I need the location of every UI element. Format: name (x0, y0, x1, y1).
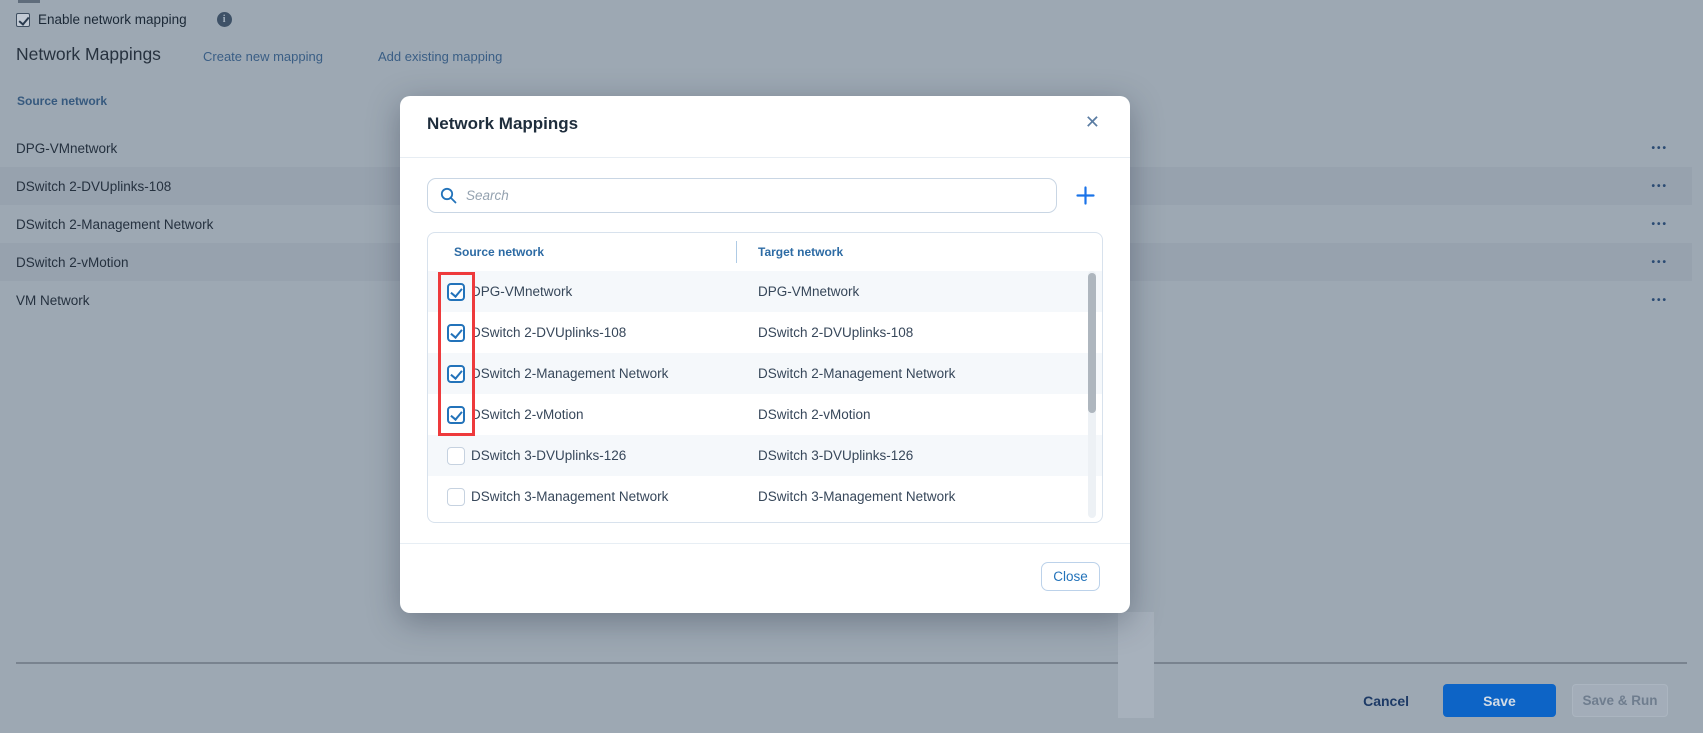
create-new-mapping-link[interactable]: Create new mapping (203, 49, 403, 64)
search-box[interactable] (427, 178, 1057, 213)
footer-divider (16, 662, 1687, 664)
row-checkbox[interactable] (447, 447, 465, 465)
page-title: Network Mappings (16, 44, 161, 65)
target-network-header: Target network (758, 245, 843, 259)
mapping-row: DSwitch 3-Management Network DSwitch 3-M… (428, 476, 1102, 517)
network-name: DSwitch 2-DVUplinks-108 (16, 179, 171, 194)
cancel-button[interactable]: Cancel (1345, 686, 1427, 716)
target-network-cell: DSwitch 2-DVUplinks-108 (758, 325, 913, 340)
plus-icon (1076, 186, 1095, 205)
mapping-row: DSwitch 2-vMotion DSwitch 2-vMotion (428, 394, 1102, 435)
enable-network-mapping-row: Enable network mapping i (16, 12, 232, 27)
ellipsis-menu-icon[interactable]: ••• (1643, 177, 1676, 196)
mappings-table-header: Source network Target network (428, 233, 1102, 271)
source-network-cell: DSwitch 2-vMotion (471, 407, 584, 422)
mapping-row: DSwitch 2-DVUplinks-108 DSwitch 2-DVUpli… (428, 312, 1102, 353)
save-and-run-button[interactable]: Save & Run (1572, 684, 1668, 717)
row-checkbox[interactable] (447, 488, 465, 506)
add-mapping-button[interactable] (1070, 180, 1100, 210)
target-network-cell: DSwitch 3-DVUplinks-126 (758, 448, 913, 463)
source-network-cell: DSwitch 3-Management Network (471, 489, 668, 504)
source-network-column-header: Source network (17, 94, 107, 108)
screen: Enable network mapping i Network Mapping… (0, 0, 1703, 733)
annotation-highlight (438, 272, 475, 436)
target-network-cell: DSwitch 3-Management Network (758, 489, 955, 504)
target-network-cell: DSwitch 2-Management Network (758, 366, 955, 381)
ellipsis-menu-icon[interactable]: ••• (1643, 291, 1676, 310)
table-scrollbar-thumb[interactable] (1088, 273, 1096, 413)
source-network-cell: DSwitch 3-DVUplinks-126 (471, 448, 626, 463)
ellipsis-menu-icon[interactable]: ••• (1643, 139, 1676, 158)
mappings-table: Source network Target network DPG-VMnetw… (427, 232, 1103, 523)
enable-network-mapping-label: Enable network mapping (38, 12, 187, 27)
source-network-cell: DPG-VMnetwork (471, 284, 572, 299)
mapping-row: DSwitch 3-DVUplinks-126 DSwitch 3-DVUpli… (428, 435, 1102, 476)
dialog-title: Network Mappings (427, 114, 578, 134)
ellipsis-menu-icon[interactable]: ••• (1643, 253, 1676, 272)
background-scrollbar-strip (1118, 612, 1154, 718)
info-icon[interactable]: i (217, 12, 232, 27)
cropped-top-element (18, 0, 40, 3)
column-divider (736, 241, 737, 263)
mapping-row: DSwitch 2-Management Network DSwitch 2-M… (428, 353, 1102, 394)
close-icon[interactable]: ✕ (1081, 110, 1104, 135)
table-scrollbar-track (1088, 271, 1096, 518)
close-button[interactable]: Close (1041, 562, 1100, 591)
mapping-row: DPG-VMnetwork DPG-VMnetwork (428, 271, 1102, 312)
dialog-header-divider (400, 157, 1130, 158)
save-button[interactable]: Save (1443, 684, 1556, 717)
search-input[interactable] (466, 188, 1044, 203)
ellipsis-menu-icon[interactable]: ••• (1643, 215, 1676, 234)
network-name: DSwitch 2-Management Network (16, 217, 213, 232)
source-network-cell: DSwitch 2-Management Network (471, 366, 668, 381)
add-existing-mapping-link[interactable]: Add existing mapping (378, 49, 578, 64)
dialog-footer-divider (400, 543, 1130, 544)
page-header: Network Mappings Create new mapping Add … (16, 44, 161, 65)
target-network-cell: DPG-VMnetwork (758, 284, 859, 299)
network-name: DPG-VMnetwork (16, 141, 117, 156)
network-name: VM Network (16, 293, 90, 308)
enable-network-mapping-checkbox[interactable] (16, 13, 30, 27)
network-name: DSwitch 2-vMotion (16, 255, 129, 270)
target-network-cell: DSwitch 2-vMotion (758, 407, 871, 422)
network-mappings-dialog: Network Mappings ✕ Source network Target… (400, 96, 1130, 613)
search-icon (440, 187, 457, 204)
source-network-header: Source network (454, 245, 544, 259)
page-action-bar: Cancel Save Save & Run (1345, 684, 1668, 717)
source-network-cell: DSwitch 2-DVUplinks-108 (471, 325, 626, 340)
